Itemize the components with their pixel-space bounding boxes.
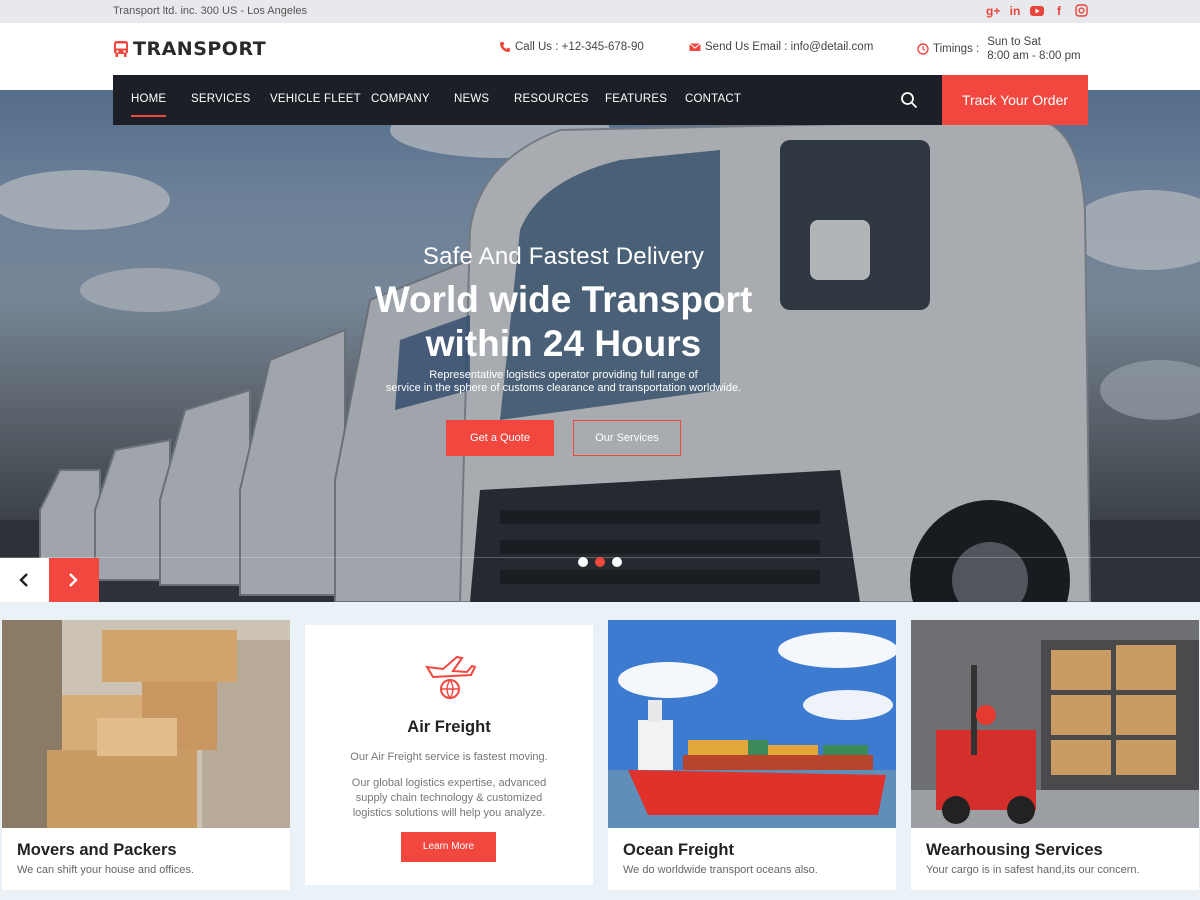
services-section: Movers and Packers We can shift your hou…: [0, 602, 1200, 900]
service-description: Our Air Freight service is fastest movin…: [350, 751, 548, 763]
service-card-warehousing[interactable]: Wearhousing Services Your cargo is in sa…: [911, 620, 1199, 890]
email-label: Send Us Email : info@detail.com: [705, 41, 874, 53]
phone-icon: [500, 42, 510, 52]
ocean-freight-image: [608, 620, 896, 828]
nav-item-home[interactable]: HOME: [131, 93, 167, 117]
learn-more-button[interactable]: Learn More: [401, 832, 496, 862]
service-card-movers[interactable]: Movers and Packers We can shift your hou…: [2, 620, 290, 890]
header-email[interactable]: Send Us Email : info@detail.com: [689, 41, 873, 53]
header-phone[interactable]: Call Us : +12-345-678-90: [499, 41, 644, 53]
google-plus-icon[interactable]: g+: [986, 4, 1000, 18]
movers-image: [2, 620, 290, 828]
slider-dot-3[interactable]: [612, 557, 622, 567]
hero-title-line1: World wide Transport: [374, 279, 753, 320]
service-title: Wearhousing Services: [926, 841, 1103, 859]
youtube-icon[interactable]: [1030, 4, 1044, 18]
warehousing-image: [911, 620, 1199, 828]
search-icon[interactable]: [900, 91, 918, 109]
slider-dots: [578, 557, 622, 567]
service-title: Air Freight: [407, 718, 491, 736]
site-logo[interactable]: TRANSPORT: [113, 38, 266, 60]
nav-item-contact[interactable]: CONTACT: [685, 93, 741, 105]
phone-label: Call Us : +12-345-678-90: [515, 41, 644, 53]
slider-next-button[interactable]: [49, 558, 99, 602]
hero-title: World wide Transport within 24 Hours: [0, 278, 1127, 366]
nav-item-resources[interactable]: RESOURCES: [514, 93, 589, 105]
service-details: Our global logistics expertise, advanced…: [351, 777, 547, 819]
service-title: Ocean Freight: [623, 841, 734, 859]
site-header: TRANSPORT Call Us : +12-345-678-90 Send …: [0, 23, 1200, 75]
linkedin-icon[interactable]: in: [1008, 4, 1022, 18]
our-services-button[interactable]: Our Services: [573, 420, 681, 456]
service-card-ocean-freight[interactable]: Ocean Freight We do worldwide transport …: [608, 620, 896, 890]
get-quote-button[interactable]: Get a Quote: [446, 420, 554, 456]
service-subtitle: We do worldwide transport oceans also.: [623, 864, 818, 876]
slider-dot-2[interactable]: [595, 557, 605, 567]
hero-desc-line1: Representative logistics operator provid…: [429, 369, 698, 381]
timings-label: Timings :: [933, 43, 980, 55]
company-address: Transport ltd. inc. 300 US - Los Angeles: [113, 5, 308, 17]
facebook-icon[interactable]: f: [1052, 4, 1066, 18]
chevron-left-icon: [19, 573, 28, 587]
logo-text: TRANSPORT: [133, 38, 267, 60]
service-card-air-freight: Air Freight Our Air Freight service is f…: [305, 625, 593, 885]
service-subtitle: Your cargo is in safest hand,its our con…: [926, 864, 1140, 876]
social-links: g+ in f: [986, 4, 1088, 18]
chevron-right-icon: [69, 573, 78, 587]
clock-icon: [917, 43, 929, 55]
slider-prev-button[interactable]: [0, 558, 49, 602]
service-title: Movers and Packers: [17, 841, 177, 859]
track-order-button[interactable]: Track Your Order: [942, 75, 1088, 125]
nav-item-vehicle-fleet[interactable]: VEHICLE FLEET: [270, 93, 361, 105]
service-subtitle: We can shift your house and offices.: [17, 864, 194, 876]
envelope-icon: [689, 43, 701, 51]
timings-hours: 8:00 am - 8:00 pm: [987, 50, 1081, 62]
instagram-icon[interactable]: [1074, 4, 1088, 18]
header-timings: Timings : Sun to Sat 8:00 am - 8:00 pm: [917, 35, 1081, 63]
hero-desc-line2: service in the sphere of customs clearan…: [385, 382, 742, 394]
airplane-globe-icon: [425, 655, 477, 699]
nav-item-news[interactable]: NEWS: [454, 93, 489, 105]
main-navigation: HOME SERVICES VEHICLE FLEET COMPANY NEWS…: [113, 75, 942, 125]
timings-days: Sun to Sat: [987, 36, 1041, 48]
hero-description: Representative logistics operator provid…: [0, 369, 1127, 395]
hero-title-line2: within 24 Hours: [425, 323, 702, 364]
hero-subtitle: Safe And Fastest Delivery: [422, 243, 705, 270]
nav-item-services[interactable]: SERVICES: [191, 93, 251, 105]
nav-item-company[interactable]: COMPANY: [371, 93, 430, 105]
nav-item-features[interactable]: FEATURES: [605, 93, 667, 105]
bus-icon: [114, 41, 128, 57]
slider-dot-1[interactable]: [578, 557, 588, 567]
top-info-bar: Transport ltd. inc. 300 US - Los Angeles…: [0, 0, 1200, 23]
